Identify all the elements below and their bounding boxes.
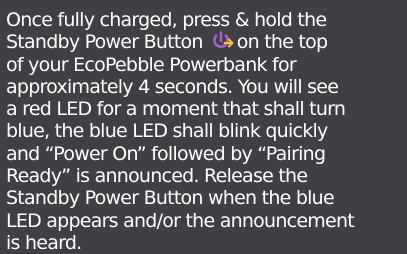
instruction-line-9: Standby Power Button when the blue [6,187,335,210]
location-text: on the top [236,31,328,54]
instruction-line-1: Once fully charged, press & hold the [6,9,327,31]
instruction-line-8: Ready” is announced. Release the [6,165,308,188]
instruction-line-10: LED appears and/or the announcement [6,209,355,232]
button-name-text: Standby Power Button [6,31,203,54]
instruction-line-11: is heard. [6,231,82,254]
standby-power-icon [212,31,234,49]
instruction-paragraph: Once fully charged, press & hold the Sta… [6,9,406,254]
instruction-line-2: Standby Power Button on the top [6,31,406,53]
instruction-line-3: of your EcoPebble Powerbank for [6,53,297,76]
instruction-line-4: approximately 4 seconds. You will see [6,75,339,98]
instruction-line-7: and “Power On” followed by “Pairing [6,142,326,165]
instruction-line-5: a red LED for a moment that shall turn [6,98,346,121]
instruction-line-6: blue, the blue LED shall blink quickly [6,120,328,143]
